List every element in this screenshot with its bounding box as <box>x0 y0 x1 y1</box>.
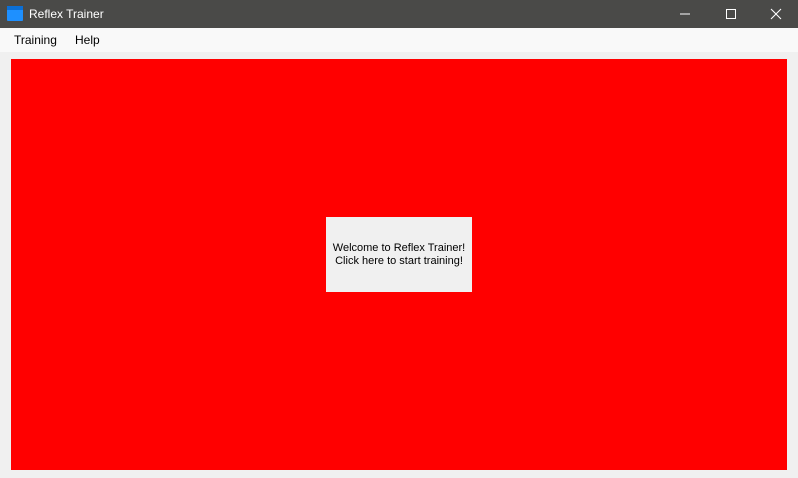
maximize-icon <box>726 9 736 19</box>
close-button[interactable] <box>753 0 798 28</box>
start-training-button[interactable]: Welcome to Reflex Trainer! Click here to… <box>326 217 472 292</box>
window-title: Reflex Trainer <box>29 7 104 21</box>
menu-bar: Training Help <box>0 28 798 52</box>
app-window: Reflex Trainer Training Help Welcome to … <box>0 0 798 478</box>
minimize-icon <box>680 13 690 15</box>
menu-help[interactable]: Help <box>68 28 107 52</box>
menu-training[interactable]: Training <box>7 28 64 52</box>
title-bar[interactable]: Reflex Trainer <box>0 0 798 28</box>
app-icon <box>7 6 23 21</box>
start-button-welcome-text: Welcome to Reflex Trainer! <box>332 241 466 254</box>
training-panel[interactable]: Welcome to Reflex Trainer! Click here to… <box>11 59 787 470</box>
maximize-button[interactable] <box>708 0 754 28</box>
start-button-instruction-text: Click here to start training! <box>335 254 463 267</box>
minimize-button[interactable] <box>662 0 708 28</box>
close-icon <box>770 8 782 20</box>
